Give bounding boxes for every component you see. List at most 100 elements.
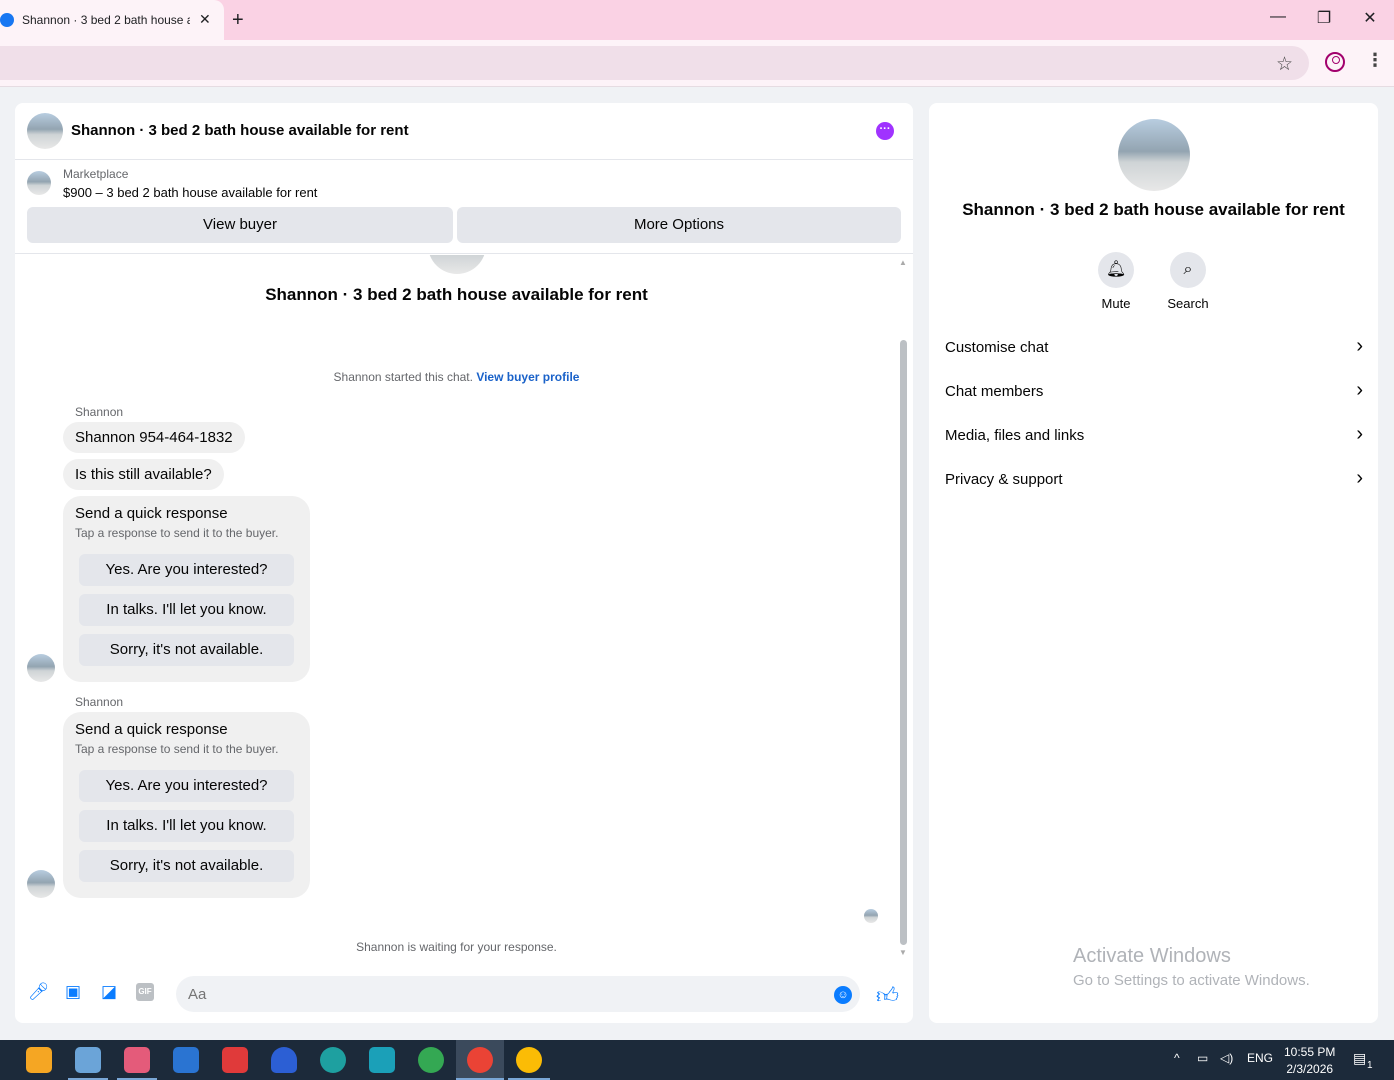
listing-thumbnail[interactable]	[27, 171, 51, 195]
mail-icon[interactable]	[173, 1047, 199, 1073]
view-buyer-profile-link[interactable]: View buyer profile	[476, 370, 579, 384]
network-icon[interactable]: ▭	[1197, 1051, 1208, 1065]
menu-label: Media, files and links	[945, 427, 1085, 444]
menu-label: Customise chat	[945, 339, 1049, 356]
quick-response-in-talks[interactable]: In talks. I'll let you know.	[79, 594, 294, 626]
store-icon[interactable]	[26, 1047, 52, 1073]
notification-icon[interactable]: ▤	[1353, 1050, 1366, 1067]
sketch-app-icon[interactable]	[369, 1047, 395, 1073]
chevron-right-icon: ›	[1356, 423, 1363, 445]
tab-title: Shannon · 3 bed 2 bath house a	[22, 13, 190, 27]
menu-chat-members[interactable]: Chat members ›	[945, 370, 1363, 414]
chat-panel: Shannon · 3 bed 2 bath house available f…	[15, 103, 913, 1023]
marketplace-listing: Marketplace $900 – 3 bed 2 bath house av…	[15, 160, 913, 254]
chrome-profile-icon[interactable]	[467, 1047, 493, 1073]
menu-label: Chat members	[945, 383, 1044, 400]
gif-icon[interactable]: GIF	[136, 983, 154, 1001]
messenger-icon	[0, 13, 14, 27]
avatar	[428, 255, 486, 274]
chat-info-panel: Shannon · 3 bed 2 bath house available f…	[929, 103, 1378, 1023]
date: 2/3/2026	[1286, 1062, 1334, 1076]
emoji-icon[interactable]: ☺	[834, 986, 852, 1004]
quick-response-card: Send a quick response Tap a response to …	[63, 496, 310, 682]
menu-label: Privacy & support	[945, 471, 1063, 488]
menu-privacy-support[interactable]: Privacy & support ›	[945, 458, 1363, 502]
sender-name: Shannon	[75, 695, 124, 709]
message-bubble[interactable]: Shannon 954-464-1832	[63, 422, 245, 453]
photos-icon[interactable]	[75, 1047, 101, 1073]
chrome-icon[interactable]	[418, 1047, 444, 1073]
close-tab-icon[interactable]: ✕	[199, 11, 211, 28]
edge-icon[interactable]	[320, 1047, 346, 1073]
windows-taskbar: ^ ▭ ◁) ENG 10:55 PM 2/3/2026 ▤ 1	[0, 1040, 1394, 1080]
avatar[interactable]	[1118, 119, 1190, 191]
chrome-profile-icon[interactable]	[516, 1047, 542, 1073]
quick-response-yes[interactable]: Yes. Are you interested?	[79, 554, 294, 586]
browser-tab-bar: Shannon · 3 bed 2 bath house a ✕ + — ❐ ✕	[0, 0, 1394, 40]
quick-response-title: Send a quick response	[75, 721, 228, 738]
started-text: Shannon started this chat.	[333, 370, 473, 384]
anydesk-icon[interactable]	[222, 1047, 248, 1073]
quick-response-title: Send a quick response	[75, 505, 228, 522]
info-title: Shannon · 3 bed 2 bath house available f…	[962, 200, 1345, 219]
new-tab-button[interactable]: +	[232, 9, 244, 32]
chat-started-notice: Shannon started this chat. View buyer pr…	[15, 370, 898, 384]
volume-icon[interactable]: ◁)	[1220, 1051, 1233, 1065]
paint-icon[interactable]	[124, 1047, 150, 1073]
microphone-icon[interactable]: 🎤︎	[28, 983, 50, 1001]
composer: 🎤︎ ▣ ◪ GIF ☺ 👍︎	[15, 960, 913, 1023]
language-indicator[interactable]: ENG	[1247, 1051, 1273, 1065]
chat-title[interactable]: Shannon · 3 bed 2 bath house available f…	[71, 122, 409, 139]
image-icon[interactable]: ▣	[64, 983, 82, 1001]
bookmark-star-icon[interactable]: ☆	[1276, 53, 1293, 76]
menu-customise-chat[interactable]: Customise chat ›	[945, 326, 1363, 370]
conversation[interactable]: Shannon · 3 bed 2 bath house available f…	[15, 255, 913, 960]
waiting-notice: Shannon is waiting for your response.	[356, 940, 557, 954]
avatar[interactable]	[27, 113, 63, 149]
thumbs-up-icon[interactable]: 👍︎	[876, 982, 899, 1009]
browser-tab[interactable]: Shannon · 3 bed 2 bath house a ✕	[0, 0, 224, 40]
scrollbar[interactable]	[900, 340, 907, 945]
quick-response-yes[interactable]: Yes. Are you interested?	[79, 770, 294, 802]
sender-name: Shannon	[75, 405, 124, 419]
search-icon: ⌕	[1170, 252, 1206, 288]
search-button[interactable]: ⌕ Search	[1158, 252, 1218, 311]
sticker-icon[interactable]: ◪	[100, 983, 118, 1001]
more-options-icon[interactable]: ···	[876, 122, 894, 140]
search-label: Search	[1167, 296, 1209, 311]
clock[interactable]: 10:55 PM 2/3/2026	[1284, 1044, 1335, 1078]
address-bar: ☆ ⋮	[0, 40, 1394, 87]
chat-header: Shannon · 3 bed 2 bath house available f…	[15, 103, 913, 160]
mute-button[interactable]: 🔔︎ Mute	[1086, 252, 1146, 311]
restore-icon[interactable]: ❐	[1312, 8, 1336, 28]
omnibox[interactable]	[0, 46, 1309, 80]
menu-media-files-links[interactable]: Media, files and links ›	[945, 414, 1363, 458]
avatar[interactable]	[27, 870, 55, 898]
scroll-up-arrow[interactable]: ▲	[899, 258, 907, 267]
mute-label: Mute	[1101, 296, 1131, 311]
chevron-right-icon: ›	[1356, 335, 1363, 357]
profile-icon[interactable]	[1325, 52, 1345, 72]
quick-response-subtitle: Tap a response to send it to the buyer.	[75, 526, 279, 540]
scroll-down-arrow[interactable]: ▼	[899, 948, 907, 957]
listing-price[interactable]: $900 – 3 bed 2 bath house available for …	[63, 185, 317, 200]
quick-response-subtitle: Tap a response to send it to the buyer.	[75, 742, 279, 756]
avatar[interactable]	[27, 654, 55, 682]
bell-icon: 🔔︎	[1098, 252, 1134, 288]
message-bubble[interactable]: Is this still available?	[63, 459, 224, 490]
quick-response-sorry[interactable]: Sorry, it's not available.	[79, 634, 294, 666]
quick-response-in-talks[interactable]: In talks. I'll let you know.	[79, 810, 294, 842]
more-options-button[interactable]: More Options	[457, 207, 901, 243]
chevron-up-icon[interactable]: ^	[1174, 1051, 1180, 1065]
quick-response-sorry[interactable]: Sorry, it's not available.	[79, 850, 294, 882]
message-input[interactable]	[176, 976, 860, 1012]
notification-count: 1	[1367, 1060, 1373, 1071]
view-buyer-button[interactable]: View buyer	[27, 207, 453, 243]
kebab-menu-icon[interactable]: ⋮	[1366, 50, 1384, 71]
chevron-right-icon: ›	[1356, 467, 1363, 489]
close-window-icon[interactable]: ✕	[1358, 8, 1382, 28]
minimize-icon[interactable]: —	[1266, 8, 1290, 26]
conversation-title: Shannon · 3 bed 2 bath house available f…	[265, 285, 648, 304]
chevron-right-icon: ›	[1356, 379, 1363, 401]
nord-icon[interactable]	[271, 1047, 297, 1073]
